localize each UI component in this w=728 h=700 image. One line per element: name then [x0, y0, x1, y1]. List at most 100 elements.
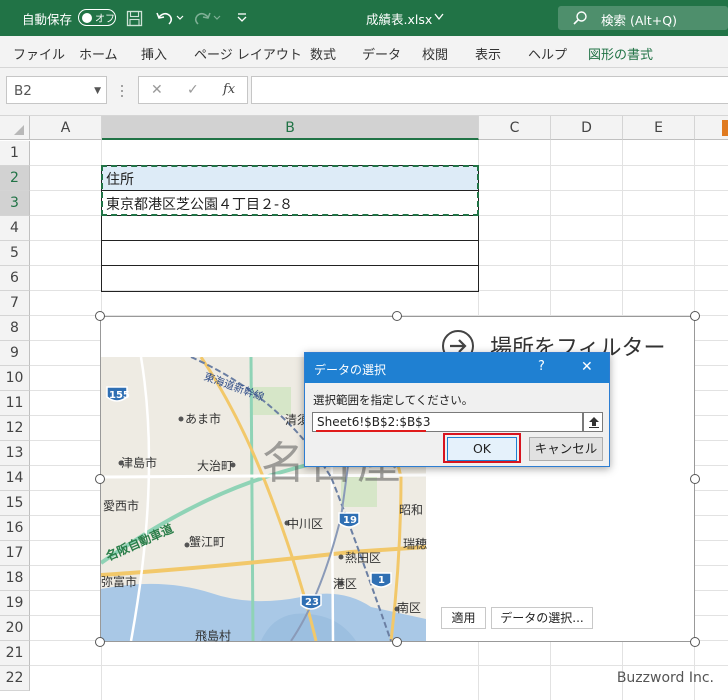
row-header-18[interactable]: 18 — [0, 566, 30, 591]
save-icon[interactable] — [126, 10, 144, 27]
table-border — [101, 265, 479, 266]
row-header-14[interactable]: 14 — [0, 466, 30, 491]
watermark: Buzzword Inc. — [616, 670, 714, 686]
customize-quick-access-icon[interactable] — [236, 12, 248, 24]
map-label-aisai: 愛西市 — [103, 499, 140, 513]
resize-handle[interactable] — [690, 474, 700, 484]
table-border — [101, 240, 479, 241]
tab-page-layout[interactable]: ページ レイアウト — [194, 44, 302, 63]
select-data-button[interactable]: データの選択... — [491, 607, 593, 629]
resize-handle[interactable] — [690, 311, 700, 321]
search-placeholder: 検索 (Alt+Q) — [601, 13, 677, 28]
column-marker — [722, 120, 728, 136]
cell-b3[interactable]: 東京都港区芝公園４丁目２-８ — [106, 194, 293, 214]
collapse-dialog-button[interactable] — [583, 412, 603, 432]
row-header-22[interactable]: 22 — [0, 666, 30, 691]
ribbon-tabs: ファイル ホーム 挿入 ページ レイアウト 数式 データ 校閲 表示 ヘルプ 図… — [0, 36, 728, 68]
row-header-15[interactable]: 15 — [0, 491, 30, 516]
resize-handle[interactable] — [95, 311, 105, 321]
tab-file[interactable]: ファイル — [13, 44, 65, 63]
row-header-1[interactable]: 1 — [0, 141, 30, 166]
row-header-21[interactable]: 21 — [0, 641, 30, 666]
row-header-3[interactable]: 3 — [0, 191, 30, 216]
formula-bar: B2 ▼ ✕ ✓ fx — [0, 68, 728, 116]
apply-button[interactable]: 適用 — [441, 607, 486, 629]
resize-handle[interactable] — [392, 637, 402, 647]
enter-icon[interactable]: ✓ — [187, 82, 199, 98]
tab-formulas[interactable]: 数式 — [310, 44, 336, 63]
tab-data[interactable]: データ — [362, 44, 401, 63]
column-header-b[interactable]: B — [102, 116, 479, 140]
column-header-d[interactable]: D — [551, 116, 623, 140]
file-name[interactable]: 成績表.xlsx — [366, 9, 432, 28]
route-155-label: 155 — [109, 390, 130, 401]
column-header-c[interactable]: C — [479, 116, 551, 140]
undo-icon[interactable] — [155, 9, 185, 27]
map-label-minami: 南区 — [397, 601, 422, 615]
row-header-13[interactable]: 13 — [0, 441, 30, 466]
row-header-9[interactable]: 9 — [0, 341, 30, 366]
arrow-up-icon — [589, 417, 599, 428]
row-header-7[interactable]: 7 — [0, 291, 30, 316]
autosave-toggle[interactable]: オフ — [78, 9, 116, 26]
row-header-16[interactable]: 16 — [0, 516, 30, 541]
ok-button[interactable]: OK — [447, 437, 517, 461]
tab-insert[interactable]: 挿入 — [141, 44, 167, 63]
map-label-showa: 昭和 — [399, 503, 424, 517]
drag-handle-icon[interactable] — [120, 84, 124, 98]
formula-buttons: ✕ ✓ fx — [138, 76, 248, 104]
chevron-down-icon[interactable] — [434, 13, 444, 21]
tab-help[interactable]: ヘルプ — [528, 44, 567, 63]
close-button[interactable]: ✕ — [581, 359, 593, 375]
search-icon — [573, 11, 587, 25]
select-all-triangle-icon — [14, 125, 24, 135]
column-header-e[interactable]: E — [623, 116, 695, 140]
select-all-corner[interactable] — [0, 116, 30, 140]
tab-shape-format[interactable]: 図形の書式 — [588, 44, 653, 63]
route-19-label: 19 — [343, 515, 357, 526]
row-header-20[interactable]: 20 — [0, 616, 30, 641]
row-header-2[interactable]: 2 — [0, 166, 30, 191]
redo-icon[interactable] — [194, 9, 224, 27]
row-header-17[interactable]: 17 — [0, 541, 30, 566]
row-header-12[interactable]: 12 — [0, 416, 30, 441]
route-23-label: 23 — [305, 597, 319, 608]
dialog-title-bar[interactable]: データの選択 ? ✕ — [305, 353, 609, 383]
tab-review[interactable]: 校閲 — [422, 44, 448, 63]
map-label-mizuho: 瑞穂 — [403, 537, 428, 551]
row-header-6[interactable]: 6 — [0, 266, 30, 291]
resize-handle[interactable] — [392, 311, 402, 321]
resize-handle[interactable] — [690, 637, 700, 647]
row-header-5[interactable]: 5 — [0, 241, 30, 266]
map-label-nakagawa: 中川区 — [287, 517, 324, 531]
row-header-10[interactable]: 10 — [0, 366, 30, 391]
tab-home[interactable]: ホーム — [79, 44, 118, 63]
help-button[interactable]: ? — [538, 359, 545, 374]
search-box[interactable]: 検索 (Alt+Q) — [558, 6, 728, 30]
formula-input[interactable] — [251, 76, 728, 104]
map-label-kanie: 蟹江町 — [189, 535, 226, 549]
map-label-oharu: 大治町 — [197, 459, 234, 473]
autosave-state: オフ — [95, 14, 115, 25]
row-header-4[interactable]: 4 — [0, 216, 30, 241]
range-input[interactable]: Sheet6!$B$2:$B$3 — [312, 412, 583, 432]
cell-b2[interactable]: 住所 — [106, 169, 134, 189]
function-icon[interactable]: fx — [223, 82, 235, 97]
cancel-icon[interactable]: ✕ — [151, 82, 163, 98]
cancel-button[interactable]: キャンセル — [529, 437, 603, 461]
row-header-11[interactable]: 11 — [0, 391, 30, 416]
resize-handle[interactable] — [95, 637, 105, 647]
dialog-prompt: 選択範囲を指定してください。 — [313, 393, 474, 407]
toggle-knob — [82, 12, 92, 23]
autosave-label: 自動保存 — [22, 12, 73, 27]
name-box[interactable]: B2 ▼ — [6, 76, 107, 104]
resize-handle[interactable] — [95, 474, 105, 484]
row-header-8[interactable]: 8 — [0, 316, 30, 341]
red-underline — [316, 430, 426, 432]
tab-view[interactable]: 表示 — [475, 44, 501, 63]
map-label-yatomi: 弥富市 — [101, 575, 138, 589]
column-header-a[interactable]: A — [30, 116, 102, 140]
row-header-19[interactable]: 19 — [0, 591, 30, 616]
chevron-down-icon[interactable]: ▼ — [94, 86, 101, 96]
name-box-value: B2 — [14, 83, 32, 99]
